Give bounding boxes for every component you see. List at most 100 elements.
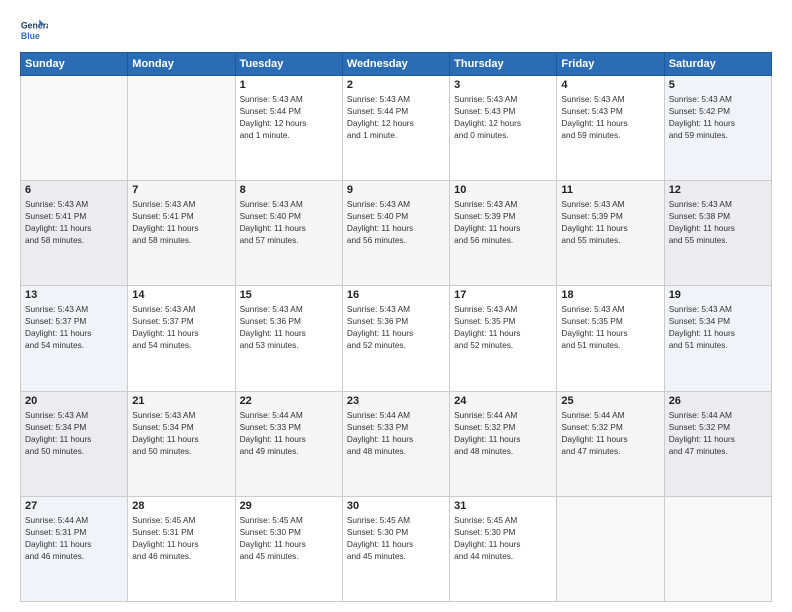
day-number: 26: [669, 395, 767, 407]
calendar-cell: 15Sunrise: 5:43 AM Sunset: 5:36 PM Dayli…: [235, 286, 342, 391]
day-info: Sunrise: 5:43 AM Sunset: 5:41 PM Dayligh…: [132, 198, 230, 246]
calendar-cell: 30 Sunrise: 5:45 AM Sunset: 5:30 PM Dayli…: [342, 496, 449, 601]
day-number: 18: [561, 289, 659, 301]
calendar-cell: 25 Sunrise: 5:44 AM Sunset: 5:32 PM Dayli…: [557, 391, 664, 496]
header: General Blue: [20, 16, 772, 44]
calendar-cell: 2 Sunrise: 5:43 AM Sunset: 5:44 PM Daylig…: [342, 76, 449, 181]
logo: General Blue: [20, 16, 52, 44]
calendar-cell: 1 Sunrise: 5:43 AM Sunset: 5:44 PM Daylig…: [235, 76, 342, 181]
calendar-cell: [21, 76, 128, 181]
day-info: Sunrise: 5:43 AM Sunset: 5:39 PM Dayligh…: [454, 198, 552, 246]
weekday-header: Saturday: [664, 53, 771, 76]
calendar-cell: 21Sunrise: 5:43 AM Sunset: 5:34 PM Dayli…: [128, 391, 235, 496]
calendar: SundayMondayTuesdayWednesdayThursdayFrid…: [20, 52, 772, 602]
day-info: Sunrise: 5:43 AM Sunset: 5:38 PM Dayligh…: [669, 198, 767, 246]
day-info: Sunrise: 5:45 AM Sunset: 5:30 PM Dayligh…: [454, 514, 552, 562]
day-info: Sunrise: 5:43 AM Sunset: 5:44 PM Dayligh…: [240, 93, 338, 141]
weekday-header: Wednesday: [342, 53, 449, 76]
day-number: 23: [347, 395, 445, 407]
day-info: Sunrise: 5:44 AM Sunset: 5:32 PM Dayligh…: [561, 409, 659, 457]
day-number: 25: [561, 395, 659, 407]
calendar-cell: 24 Sunrise: 5:44 AM Sunset: 5:32 PM Dayli…: [450, 391, 557, 496]
day-info: Sunrise: 5:43 AM Sunset: 5:39 PM Dayligh…: [561, 198, 659, 246]
calendar-cell: 4Sunrise: 5:43 AM Sunset: 5:43 PM Daylig…: [557, 76, 664, 181]
calendar-cell: 29 Sunrise: 5:45 AM Sunset: 5:30 PM Dayli…: [235, 496, 342, 601]
calendar-cell: 8 Sunrise: 5:43 AM Sunset: 5:40 PM Daylig…: [235, 181, 342, 286]
calendar-cell: 22 Sunrise: 5:44 AM Sunset: 5:33 PM Dayli…: [235, 391, 342, 496]
day-info: Sunrise: 5:43 AM Sunset: 5:44 PM Dayligh…: [347, 93, 445, 141]
day-info: Sunrise: 5:43 AM Sunset: 5:34 PM Dayligh…: [25, 409, 123, 457]
day-info: Sunrise: 5:43 AM Sunset: 5:40 PM Dayligh…: [240, 198, 338, 246]
day-info: Sunrise: 5:43 AM Sunset: 5:37 PM Dayligh…: [25, 303, 123, 351]
calendar-cell: 10 Sunrise: 5:43 AM Sunset: 5:39 PM Dayli…: [450, 181, 557, 286]
calendar-cell: 14 Sunrise: 5:43 AM Sunset: 5:37 PM Dayli…: [128, 286, 235, 391]
day-number: 1: [240, 79, 338, 91]
calendar-cell: 6 Sunrise: 5:43 AM Sunset: 5:41 PM Daylig…: [21, 181, 128, 286]
calendar-cell: 13Sunrise: 5:43 AM Sunset: 5:37 PM Dayli…: [21, 286, 128, 391]
day-info: Sunrise: 5:43 AM Sunset: 5:34 PM Dayligh…: [669, 303, 767, 351]
day-info: Sunrise: 5:43 AM Sunset: 5:40 PM Dayligh…: [347, 198, 445, 246]
day-info: Sunrise: 5:43 AM Sunset: 5:43 PM Dayligh…: [454, 93, 552, 141]
calendar-week-row: 27 Sunrise: 5:44 AM Sunset: 5:31 PM Dayli…: [21, 496, 772, 601]
day-info: Sunrise: 5:43 AM Sunset: 5:35 PM Dayligh…: [454, 303, 552, 351]
calendar-week-row: 6 Sunrise: 5:43 AM Sunset: 5:41 PM Daylig…: [21, 181, 772, 286]
calendar-cell: 16 Sunrise: 5:43 AM Sunset: 5:36 PM Dayli…: [342, 286, 449, 391]
day-number: 7: [132, 184, 230, 196]
calendar-cell: [664, 496, 771, 601]
day-number: 15: [240, 289, 338, 301]
day-info: Sunrise: 5:44 AM Sunset: 5:33 PM Dayligh…: [240, 409, 338, 457]
day-info: Sunrise: 5:43 AM Sunset: 5:34 PM Dayligh…: [132, 409, 230, 457]
calendar-week-row: 1 Sunrise: 5:43 AM Sunset: 5:44 PM Daylig…: [21, 76, 772, 181]
day-number: 16: [347, 289, 445, 301]
calendar-cell: 23 Sunrise: 5:44 AM Sunset: 5:33 PM Dayli…: [342, 391, 449, 496]
calendar-week-row: 13Sunrise: 5:43 AM Sunset: 5:37 PM Dayli…: [21, 286, 772, 391]
day-number: 30: [347, 500, 445, 512]
svg-text:General: General: [21, 20, 48, 30]
day-number: 27: [25, 500, 123, 512]
day-number: 10: [454, 184, 552, 196]
svg-text:Blue: Blue: [21, 31, 40, 41]
day-info: Sunrise: 5:44 AM Sunset: 5:32 PM Dayligh…: [454, 409, 552, 457]
calendar-cell: 19 Sunrise: 5:43 AM Sunset: 5:34 PM Dayli…: [664, 286, 771, 391]
weekday-header: Friday: [557, 53, 664, 76]
day-number: 20: [25, 395, 123, 407]
calendar-cell: 17Sunrise: 5:43 AM Sunset: 5:35 PM Dayli…: [450, 286, 557, 391]
day-number: 28: [132, 500, 230, 512]
day-number: 12: [669, 184, 767, 196]
day-number: 22: [240, 395, 338, 407]
calendar-cell: 26 Sunrise: 5:44 AM Sunset: 5:32 PM Dayli…: [664, 391, 771, 496]
day-number: 11: [561, 184, 659, 196]
day-info: Sunrise: 5:44 AM Sunset: 5:33 PM Dayligh…: [347, 409, 445, 457]
day-number: 3: [454, 79, 552, 91]
calendar-cell: [557, 496, 664, 601]
calendar-cell: 7 Sunrise: 5:43 AM Sunset: 5:41 PM Daylig…: [128, 181, 235, 286]
day-number: 6: [25, 184, 123, 196]
day-info: Sunrise: 5:44 AM Sunset: 5:32 PM Dayligh…: [669, 409, 767, 457]
day-info: Sunrise: 5:45 AM Sunset: 5:30 PM Dayligh…: [347, 514, 445, 562]
day-number: 24: [454, 395, 552, 407]
page: General Blue SundayMondayTuesdayWednesda…: [0, 0, 792, 612]
calendar-cell: 27 Sunrise: 5:44 AM Sunset: 5:31 PM Dayli…: [21, 496, 128, 601]
calendar-cell: [128, 76, 235, 181]
day-info: Sunrise: 5:43 AM Sunset: 5:37 PM Dayligh…: [132, 303, 230, 351]
calendar-cell: 5Sunrise: 5:43 AM Sunset: 5:42 PM Daylig…: [664, 76, 771, 181]
day-number: 29: [240, 500, 338, 512]
calendar-cell: 12 Sunrise: 5:43 AM Sunset: 5:38 PM Dayli…: [664, 181, 771, 286]
calendar-cell: 9 Sunrise: 5:43 AM Sunset: 5:40 PM Daylig…: [342, 181, 449, 286]
day-number: 2: [347, 79, 445, 91]
day-number: 14: [132, 289, 230, 301]
day-info: Sunrise: 5:43 AM Sunset: 5:41 PM Dayligh…: [25, 198, 123, 246]
day-number: 9: [347, 184, 445, 196]
day-info: Sunrise: 5:43 AM Sunset: 5:35 PM Dayligh…: [561, 303, 659, 351]
day-info: Sunrise: 5:44 AM Sunset: 5:31 PM Dayligh…: [25, 514, 123, 562]
day-number: 19: [669, 289, 767, 301]
logo-icon: General Blue: [20, 16, 48, 44]
day-info: Sunrise: 5:43 AM Sunset: 5:36 PM Dayligh…: [347, 303, 445, 351]
calendar-cell: 18 Sunrise: 5:43 AM Sunset: 5:35 PM Dayli…: [557, 286, 664, 391]
day-info: Sunrise: 5:43 AM Sunset: 5:42 PM Dayligh…: [669, 93, 767, 141]
day-number: 8: [240, 184, 338, 196]
calendar-cell: 28Sunrise: 5:45 AM Sunset: 5:31 PM Dayli…: [128, 496, 235, 601]
day-info: Sunrise: 5:45 AM Sunset: 5:30 PM Dayligh…: [240, 514, 338, 562]
weekday-header: Tuesday: [235, 53, 342, 76]
calendar-cell: 20 Sunrise: 5:43 AM Sunset: 5:34 PM Dayli…: [21, 391, 128, 496]
